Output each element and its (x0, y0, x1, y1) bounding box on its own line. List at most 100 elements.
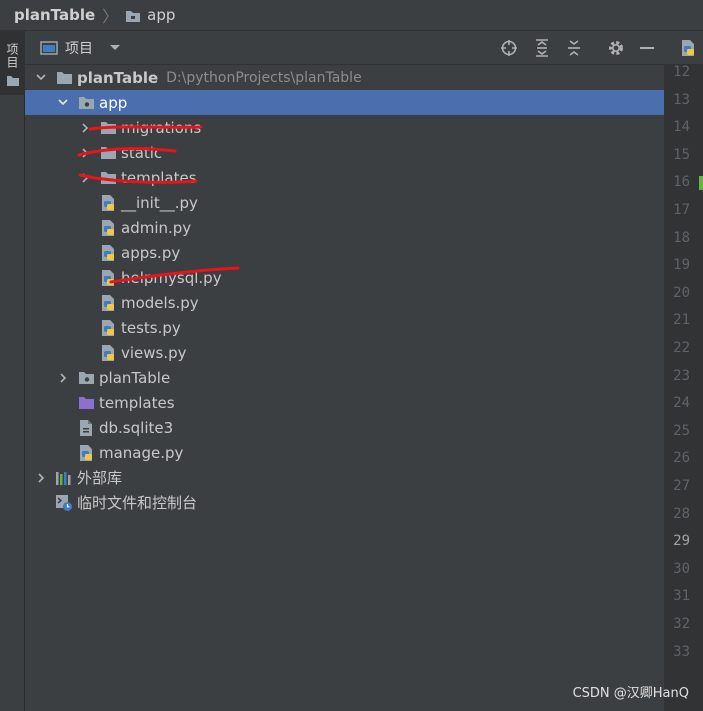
line-number: 26 (673, 450, 690, 467)
tree-label: apps.py (121, 243, 181, 262)
scratch-console-icon (55, 494, 73, 512)
tree-label: __init__.py (121, 193, 198, 212)
change-marker (699, 176, 703, 190)
view-selector[interactable]: 项目 (40, 38, 121, 58)
project-tool-label: 项目 (5, 43, 19, 69)
line-number: 18 (673, 229, 690, 246)
tree-label: models.py (121, 293, 199, 312)
template-folder-icon (77, 394, 95, 412)
folder-icon (99, 169, 117, 187)
breadcrumb-separator: 〉 (102, 7, 119, 26)
package-folder-icon (77, 369, 95, 387)
folder-icon (125, 9, 141, 22)
editor-gutter: 12 13 14 15 16 17 18 19 20 21 22 23 24 25 26 27 28 29 30 31… (664, 31, 703, 711)
line-number: 21 (673, 312, 690, 329)
python-file-icon (99, 244, 117, 262)
chevron-down-icon[interactable] (57, 90, 69, 115)
tree-row-migrations[interactable]: migrations (25, 115, 703, 140)
tree-label: app (99, 93, 128, 112)
tree-label: migrations (121, 118, 202, 137)
tree-row-apps-py[interactable]: apps.py (25, 240, 703, 265)
line-number: 29 (673, 533, 690, 550)
line-number: 33 (673, 643, 690, 660)
editor-tab[interactable] (664, 31, 703, 65)
tree-label: tests.py (121, 318, 181, 337)
tree-row-helpmysql-py[interactable]: helpmysql.py (25, 265, 703, 290)
panel-title: 项目 (65, 41, 93, 57)
tree-row-app[interactable]: app (25, 90, 696, 115)
python-file-icon (77, 444, 95, 462)
chevron-right-icon[interactable] (79, 165, 91, 190)
project-panel-header: 项目 (25, 31, 664, 65)
tree-row-views-py[interactable]: views.py (25, 340, 703, 365)
python-file-icon (99, 194, 117, 212)
project-view-icon (40, 41, 58, 55)
breadcrumb: planTable 〉 app (0, 0, 703, 31)
line-number: 14 (673, 119, 690, 136)
line-number: 28 (673, 505, 690, 522)
python-file-icon (99, 219, 117, 237)
line-number: 23 (673, 367, 690, 384)
line-number: 19 (673, 257, 690, 274)
file-icon (77, 419, 95, 437)
line-number: 27 (673, 478, 690, 494)
tree-label: templates (99, 393, 175, 412)
tree-label: manage.py (99, 443, 184, 462)
tree-label: static (121, 143, 163, 162)
tree-row-templates-root[interactable]: templates (25, 390, 703, 415)
python-file-icon (682, 40, 694, 56)
line-number: 15 (673, 146, 690, 163)
folder-icon (6, 76, 19, 86)
tree-label: admin.py (121, 218, 192, 237)
chevron-right-icon[interactable] (57, 365, 69, 390)
tree-row-templates[interactable]: templates (25, 165, 703, 190)
line-number: 12 (673, 64, 690, 80)
tree-label: helpmysql.py (121, 268, 222, 287)
collapse-all-icon[interactable] (564, 38, 584, 58)
minimize-icon[interactable] (637, 38, 657, 58)
tree-label: planTable (99, 368, 171, 387)
tool-window-strip: 项目 (0, 31, 25, 711)
tree-row-manage-py[interactable]: manage.py (25, 440, 703, 465)
chevron-down-icon[interactable] (35, 65, 47, 90)
tree-label: 外部库 (77, 469, 123, 487)
line-number: 13 (673, 91, 690, 108)
folder-icon (99, 119, 117, 137)
line-number: 30 (673, 560, 690, 577)
tree-row-tests-py[interactable]: tests.py (25, 315, 703, 340)
gear-icon[interactable] (606, 38, 626, 58)
chevron-right-icon[interactable] (35, 465, 47, 490)
tree-label: db.sqlite3 (99, 418, 174, 437)
tree-row-admin-py[interactable]: admin.py (25, 215, 703, 240)
tree-row-models-py[interactable]: models.py (25, 290, 703, 315)
python-file-icon (99, 344, 117, 362)
line-number: 20 (673, 284, 690, 301)
tree-label: 临时文件和控制台 (77, 494, 198, 512)
tree-row-external-libraries[interactable]: 外部库 (25, 465, 674, 490)
python-file-icon (99, 319, 117, 337)
expand-all-icon[interactable] (532, 38, 552, 58)
chevron-right-icon[interactable] (79, 140, 91, 165)
line-number: 24 (673, 395, 690, 412)
tree-label: planTable (77, 68, 159, 87)
tree-row-init-py[interactable]: __init__.py (25, 190, 703, 215)
tree-row-db-sqlite3[interactable]: db.sqlite3 (25, 415, 703, 440)
breadcrumb-root[interactable]: planTable (14, 6, 95, 24)
chevron-down-icon (110, 45, 120, 50)
chevron-right-icon[interactable] (79, 115, 91, 140)
tree-label: views.py (121, 343, 187, 362)
folder-icon (55, 69, 73, 87)
tree-row-project-root[interactable]: planTable D:\pythonProjects\planTable (25, 65, 674, 90)
project-tree: planTable D:\pythonProjects\planTable ap… (25, 65, 696, 711)
project-tool-button[interactable]: 项目 (0, 31, 25, 95)
folder-icon (99, 144, 117, 162)
tree-row-plantable-package[interactable]: planTable (25, 365, 696, 390)
tree-row-static[interactable]: static (25, 140, 703, 165)
project-path: D:\pythonProjects\planTable (166, 69, 362, 86)
locate-icon[interactable] (499, 38, 519, 58)
line-number: 22 (673, 340, 690, 356)
python-file-icon (99, 294, 117, 312)
tree-row-scratches[interactable]: 临时文件和控制台 (25, 490, 694, 515)
line-number: 16 (673, 174, 690, 191)
breadcrumb-leaf[interactable]: app (147, 6, 175, 24)
